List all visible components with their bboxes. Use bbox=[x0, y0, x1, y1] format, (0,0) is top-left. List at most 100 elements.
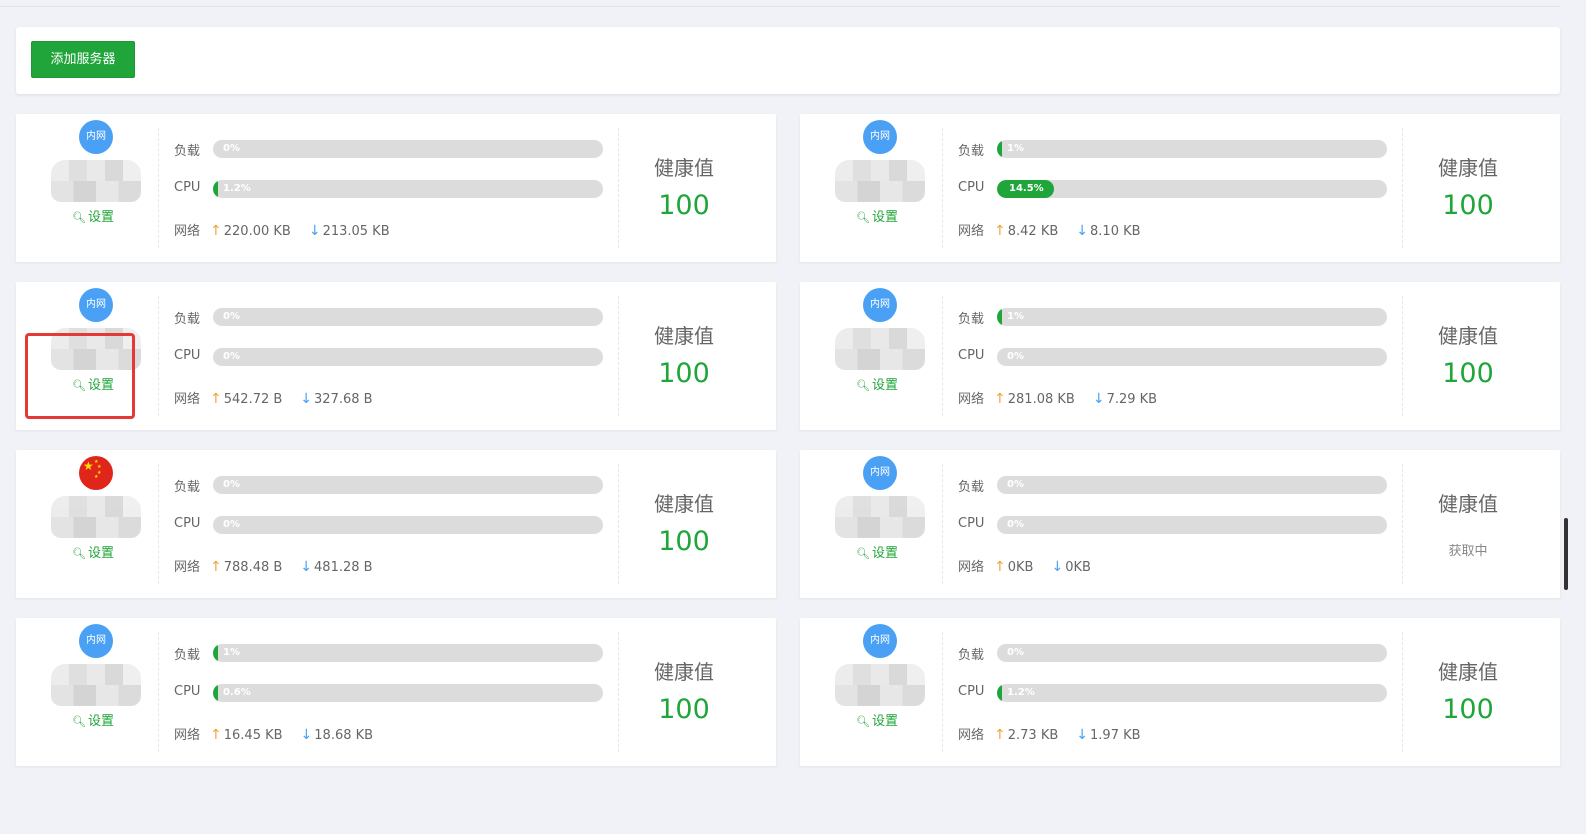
health-value: 100 bbox=[658, 694, 710, 725]
server-name-redacted bbox=[51, 160, 141, 202]
network-label: 网络 bbox=[174, 392, 201, 407]
network-label: 网络 bbox=[174, 224, 201, 239]
network-row: 网络 ↑ 0KB ↓ 0KB bbox=[958, 556, 1091, 575]
health-status: 获取中 bbox=[1448, 544, 1488, 559]
settings-link[interactable]: 🔍︎ 设置 bbox=[72, 710, 114, 729]
settings-icon: 🔍︎ bbox=[72, 211, 86, 224]
load-value: 1% bbox=[1007, 311, 1024, 322]
load-value: 0% bbox=[1007, 647, 1024, 658]
health-title: 健康值 bbox=[654, 324, 714, 348]
download-value: 7.29 KB bbox=[1106, 392, 1158, 407]
health-panel: 健康值 100 bbox=[1402, 128, 1560, 248]
upload-value: 542.72 B bbox=[223, 392, 283, 407]
health-value: 100 bbox=[658, 190, 710, 221]
load-value: 1% bbox=[223, 647, 240, 658]
health-title: 健康值 bbox=[1438, 156, 1498, 180]
cpu-bar-fill bbox=[213, 684, 218, 702]
load-bar: 0% bbox=[213, 308, 603, 326]
upload-arrow-icon: ↑ bbox=[210, 391, 222, 407]
download-value: 481.28 B bbox=[314, 560, 373, 575]
network-row: 网络 ↑ 788.48 B ↓ 481.28 B bbox=[174, 556, 373, 575]
upload-value: 16.45 KB bbox=[223, 728, 283, 743]
divider bbox=[158, 128, 159, 248]
server-name-redacted bbox=[51, 664, 141, 706]
load-label: 负载 bbox=[174, 480, 201, 495]
server-info: ★ ★ ★ ★ ★ 🔍︎ 设置 bbox=[16, 436, 158, 584]
settings-link[interactable]: 🔍︎ 设置 bbox=[72, 206, 114, 225]
upload-value: 788.48 B bbox=[223, 560, 283, 575]
load-label: 负载 bbox=[174, 312, 201, 327]
network-row: 网络 ↑ 542.72 B ↓ 327.68 B bbox=[174, 388, 373, 407]
cpu-bar: 1.2% bbox=[997, 684, 1387, 702]
cpu-label: CPU bbox=[174, 180, 201, 195]
settings-icon: 🔍︎ bbox=[72, 715, 86, 728]
divider bbox=[942, 296, 943, 416]
download-arrow-icon: ↓ bbox=[1076, 223, 1089, 239]
cpu-value: 0% bbox=[1007, 519, 1024, 530]
load-bar: 0% bbox=[213, 140, 603, 158]
upload-arrow-icon: ↑ bbox=[210, 559, 222, 575]
load-label: 负载 bbox=[958, 144, 985, 159]
load-value: 0% bbox=[223, 311, 240, 322]
server-name-redacted bbox=[835, 160, 925, 202]
health-panel: 健康值 100 bbox=[618, 128, 776, 248]
load-value: 0% bbox=[1007, 479, 1024, 490]
server-card: 内网 🔍︎ 设置 负载 0% CPU 1.2% 网络 ↑ 220.00 KB ↓ 213.05 KB 健… bbox=[16, 114, 776, 262]
health-title: 健康值 bbox=[1438, 492, 1498, 516]
health-title: 健康值 bbox=[1438, 660, 1498, 684]
download-value: 18.68 KB bbox=[314, 728, 374, 743]
intranet-badge: 内网 bbox=[79, 120, 113, 154]
server-info: 内网 🔍︎ 设置 bbox=[16, 100, 158, 248]
health-panel: 健康值 100 bbox=[1402, 632, 1560, 752]
cpu-label: CPU bbox=[958, 348, 985, 363]
download-arrow-icon: ↓ bbox=[1051, 559, 1064, 575]
cpu-value: 0.6% bbox=[223, 687, 251, 698]
download-value: 1.97 KB bbox=[1090, 728, 1141, 743]
settings-link[interactable]: 🔍︎ 设置 bbox=[856, 542, 898, 561]
cpu-bar: 0% bbox=[213, 348, 603, 366]
network-row: 网络 ↑ 8.42 KB ↓ 8.10 KB bbox=[958, 220, 1141, 239]
download-arrow-icon: ↓ bbox=[308, 223, 321, 239]
scrollbar[interactable] bbox=[1564, 518, 1568, 590]
upload-arrow-icon: ↑ bbox=[210, 223, 222, 239]
settings-link[interactable]: 🔍︎ 设置 bbox=[856, 206, 898, 225]
load-bar: 0% bbox=[997, 476, 1387, 494]
cpu-bar: 1.2% bbox=[213, 180, 603, 198]
network-label: 网络 bbox=[174, 728, 201, 743]
settings-icon: 🔍︎ bbox=[72, 547, 86, 560]
intranet-badge: 内网 bbox=[863, 624, 897, 658]
settings-label: 设置 bbox=[87, 714, 114, 729]
divider bbox=[158, 464, 159, 584]
add-server-button[interactable]: 添加服务器 bbox=[31, 41, 135, 78]
server-card: 内网 🔍︎ 设置 负载 1% CPU 14.5% 网络 ↑ 8.42 KB ↓ 8.10 KB 健康值 1… bbox=[800, 114, 1560, 262]
intranet-badge: 内网 bbox=[863, 288, 897, 322]
settings-link[interactable]: 🔍︎ 设置 bbox=[856, 374, 898, 393]
download-arrow-icon: ↓ bbox=[300, 391, 313, 407]
server-name-redacted bbox=[835, 328, 925, 370]
download-value: 213.05 KB bbox=[322, 224, 390, 239]
load-value: 0% bbox=[223, 479, 240, 490]
cpu-label: CPU bbox=[174, 348, 201, 363]
upload-value: 2.73 KB bbox=[1007, 728, 1059, 743]
cpu-label: CPU bbox=[174, 516, 201, 531]
intranet-badge: 内网 bbox=[863, 120, 897, 154]
load-label: 负载 bbox=[958, 648, 985, 663]
server-name-redacted bbox=[51, 496, 141, 538]
cpu-value: 1.2% bbox=[223, 183, 251, 194]
network-row: 网络 ↑ 281.08 KB ↓ 7.29 KB bbox=[958, 388, 1157, 407]
load-label: 负载 bbox=[958, 480, 985, 495]
health-panel: 健康值 100 bbox=[618, 296, 776, 416]
cpu-bar: 0% bbox=[997, 348, 1387, 366]
server-info: 内网 🔍︎ 设置 bbox=[800, 268, 942, 416]
health-title: 健康值 bbox=[654, 492, 714, 516]
settings-label: 设置 bbox=[871, 210, 898, 225]
network-row: 网络 ↑ 16.45 KB ↓ 18.68 KB bbox=[174, 724, 373, 743]
upload-arrow-icon: ↑ bbox=[994, 391, 1006, 407]
settings-link[interactable]: 🔍︎ 设置 bbox=[72, 542, 114, 561]
server-card: 内网 🔍︎ 设置 负载 0% CPU 0% 网络 ↑ 0KB ↓ 0KB 健康值 获取中 bbox=[800, 450, 1560, 598]
load-bar-fill bbox=[997, 140, 1002, 158]
settings-link[interactable]: 🔍︎ 设置 bbox=[856, 710, 898, 729]
cpu-label: CPU bbox=[174, 684, 201, 699]
download-value: 327.68 B bbox=[314, 392, 373, 407]
cpu-bar: 0.6% bbox=[213, 684, 603, 702]
